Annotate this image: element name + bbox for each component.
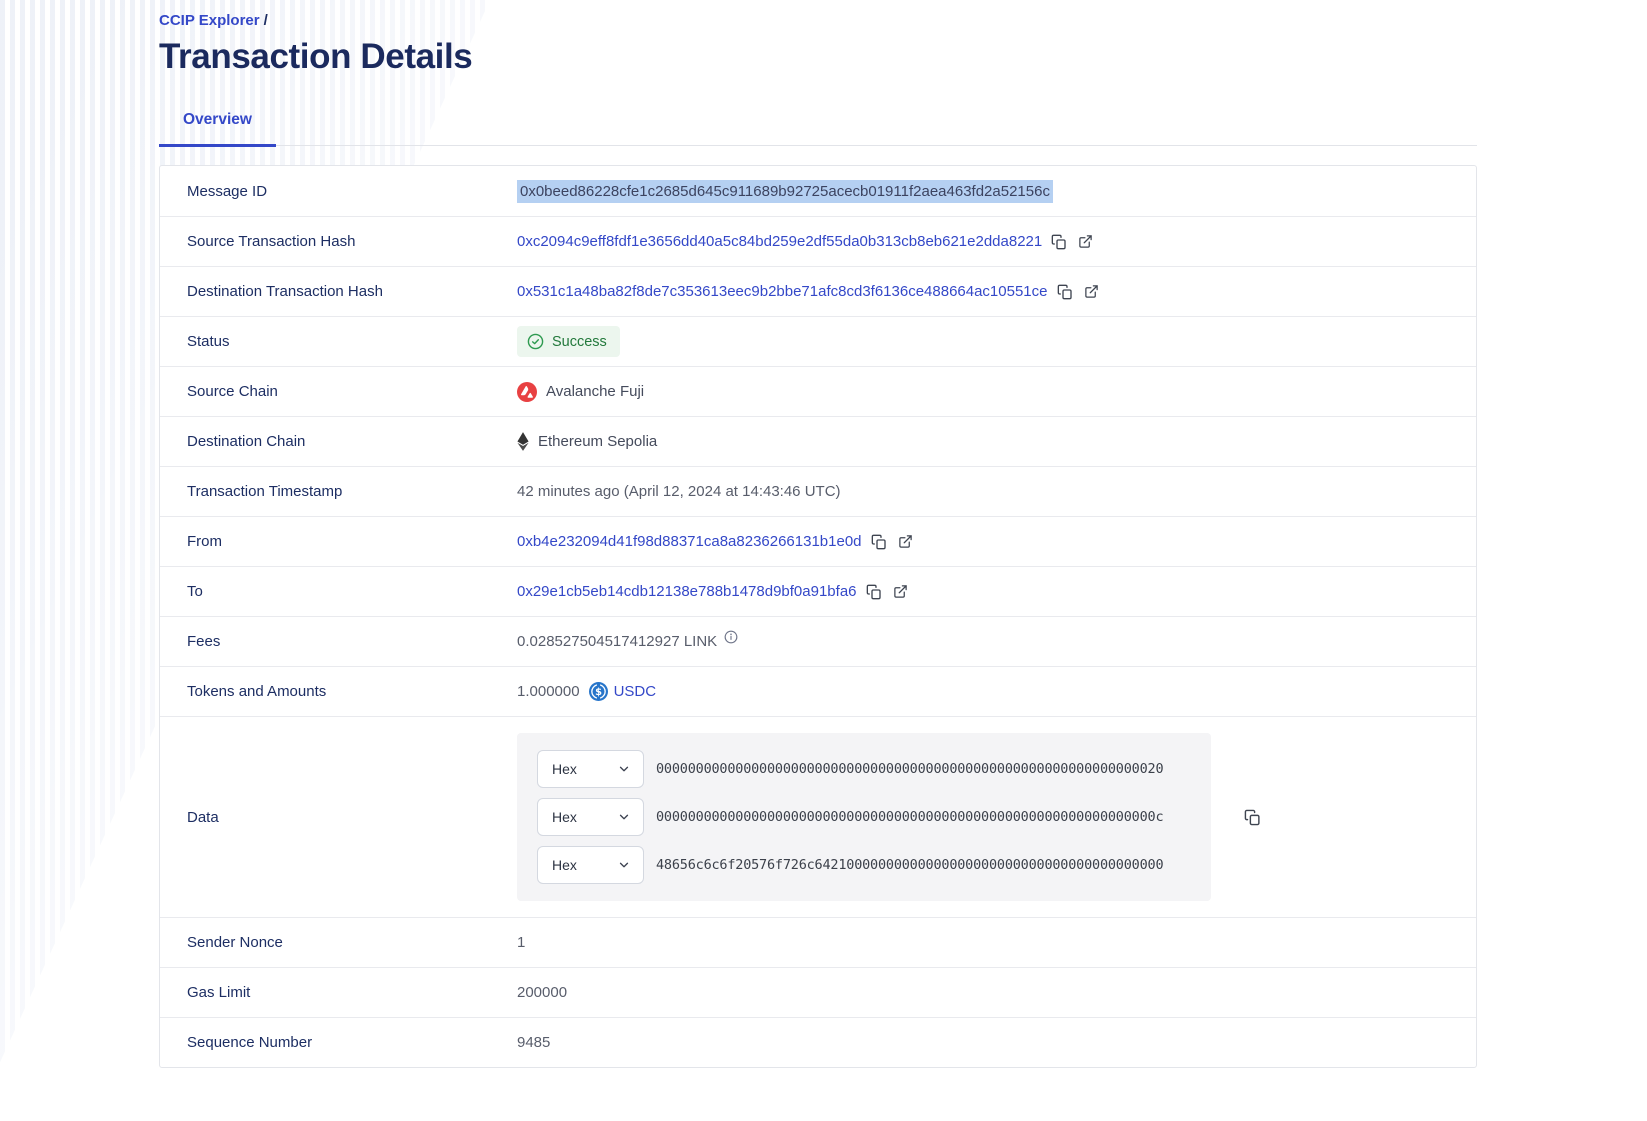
data-format-value: Hex	[552, 809, 577, 825]
row-to: To 0x29e1cb5eb14cdb12138e788b1478d9bf0a9…	[160, 566, 1476, 616]
breadcrumb-ccip-explorer-link[interactable]: CCIP Explorer	[159, 12, 260, 29]
svg-text:$: $	[595, 687, 602, 698]
dest-chain-value: Ethereum Sepolia	[538, 433, 657, 450]
tab-overview[interactable]: Overview	[159, 111, 276, 147]
from-label: From	[160, 533, 517, 550]
data-format-select[interactable]: Hex	[537, 846, 644, 884]
token-amount: 1.000000	[517, 683, 580, 700]
data-label: Data	[160, 809, 517, 826]
to-label: To	[160, 583, 517, 600]
external-link-icon[interactable]	[893, 584, 908, 599]
source-chain-value: Avalanche Fuji	[546, 383, 644, 400]
timestamp-value: 42 minutes ago (April 12, 2024 at 14:43:…	[517, 483, 841, 500]
row-status: Status Success	[160, 316, 1476, 366]
copy-icon[interactable]	[866, 584, 882, 600]
data-format-value: Hex	[552, 761, 577, 777]
source-tx-hash-link[interactable]: 0xc2094c9eff8fdf1e3656dd40a5c84bd259e2df…	[517, 233, 1042, 250]
row-data: Data Hex 0000000000000000000000000000000…	[160, 716, 1476, 917]
avalanche-icon	[517, 382, 537, 402]
row-message-id: Message ID 0x0beed86228cfe1c2685d645c911…	[160, 166, 1476, 216]
row-destination-chain: Destination Chain Ethereum Sepolia	[160, 416, 1476, 466]
status-value: Success	[552, 334, 607, 350]
gas-limit-value: 200000	[517, 984, 567, 1001]
usdc-icon: $	[589, 682, 608, 701]
row-gas-limit: Gas Limit 200000	[160, 967, 1476, 1017]
data-line: Hex 000000000000000000000000000000000000…	[537, 798, 1191, 836]
tab-bar: Overview	[159, 111, 1477, 146]
status-badge: Success	[517, 326, 620, 357]
transaction-details-table: Message ID 0x0beed86228cfe1c2685d645c911…	[159, 165, 1477, 1068]
data-hex-value: 0000000000000000000000000000000000000000…	[656, 809, 1163, 825]
check-circle-icon	[527, 333, 544, 350]
from-address-link[interactable]: 0xb4e232094d41f98d88371ca8a8236266131b1e…	[517, 533, 862, 550]
data-format-value: Hex	[552, 857, 577, 873]
dest-tx-hash-link[interactable]: 0x531c1a48ba82f8de7c353613eec9b2bbe71afc…	[517, 283, 1048, 300]
chevron-down-icon	[617, 762, 631, 776]
page-title: Transaction Details	[159, 37, 1477, 77]
external-link-icon[interactable]	[1084, 284, 1099, 299]
row-sequence-number: Sequence Number 9485	[160, 1017, 1476, 1067]
row-from: From 0xb4e232094d41f98d88371ca8a82362661…	[160, 516, 1476, 566]
dest-chain-label: Destination Chain	[160, 433, 517, 450]
gas-limit-label: Gas Limit	[160, 984, 517, 1001]
data-hex-value: 48656c6c6f20576f726c64210000000000000000…	[656, 857, 1163, 873]
chevron-down-icon	[617, 858, 631, 872]
message-id-label: Message ID	[160, 183, 517, 200]
external-link-icon[interactable]	[1078, 234, 1093, 249]
transaction-details-page: CCIP Explorer/ Transaction Details Overv…	[159, 0, 1477, 1068]
to-address-link[interactable]: 0x29e1cb5eb14cdb12138e788b1478d9bf0a91bf…	[517, 583, 857, 600]
source-chain-label: Source Chain	[160, 383, 517, 400]
copy-icon[interactable]	[1051, 234, 1067, 250]
data-line: Hex 48656c6c6f20576f726c6421000000000000…	[537, 846, 1191, 884]
fees-value: 0.028527504517412927 LINK	[517, 633, 717, 650]
chevron-down-icon	[617, 810, 631, 824]
breadcrumb-separator: /	[264, 12, 268, 29]
row-transaction-timestamp: Transaction Timestamp 42 minutes ago (Ap…	[160, 466, 1476, 516]
message-id-value: 0x0beed86228cfe1c2685d645c911689b92725ac…	[517, 180, 1053, 203]
row-fees: Fees 0.028527504517412927 LINK	[160, 616, 1476, 666]
data-format-select[interactable]: Hex	[537, 798, 644, 836]
status-label: Status	[160, 333, 517, 350]
sequence-number-value: 9485	[517, 1034, 550, 1051]
data-hex-value: 0000000000000000000000000000000000000000…	[656, 761, 1163, 777]
data-line: Hex 000000000000000000000000000000000000…	[537, 750, 1191, 788]
row-source-chain: Source Chain Avalanche Fuji	[160, 366, 1476, 416]
sender-nonce-label: Sender Nonce	[160, 934, 517, 951]
tokens-label: Tokens and Amounts	[160, 683, 517, 700]
ethereum-icon	[517, 432, 529, 451]
timestamp-label: Transaction Timestamp	[160, 483, 517, 500]
row-tokens-and-amounts: Tokens and Amounts 1.000000 $ USDC	[160, 666, 1476, 716]
token-symbol: USDC	[614, 683, 657, 700]
data-panel: Hex 000000000000000000000000000000000000…	[517, 733, 1211, 901]
fees-label: Fees	[160, 633, 517, 650]
sender-nonce-value: 1	[517, 934, 525, 951]
row-source-transaction-hash: Source Transaction Hash 0xc2094c9eff8fdf…	[160, 216, 1476, 266]
source-tx-label: Source Transaction Hash	[160, 233, 517, 250]
copy-icon[interactable]	[1057, 284, 1073, 300]
breadcrumb: CCIP Explorer/	[159, 12, 1477, 29]
copy-icon[interactable]	[871, 534, 887, 550]
row-destination-transaction-hash: Destination Transaction Hash 0x531c1a48b…	[160, 266, 1476, 316]
data-format-select[interactable]: Hex	[537, 750, 644, 788]
token-link[interactable]: $ USDC	[589, 682, 657, 701]
sequence-number-label: Sequence Number	[160, 1034, 517, 1051]
dest-tx-label: Destination Transaction Hash	[160, 283, 517, 300]
row-sender-nonce: Sender Nonce 1	[160, 917, 1476, 967]
copy-icon[interactable]	[1244, 809, 1261, 826]
external-link-icon[interactable]	[898, 534, 913, 549]
info-icon[interactable]	[724, 630, 738, 644]
